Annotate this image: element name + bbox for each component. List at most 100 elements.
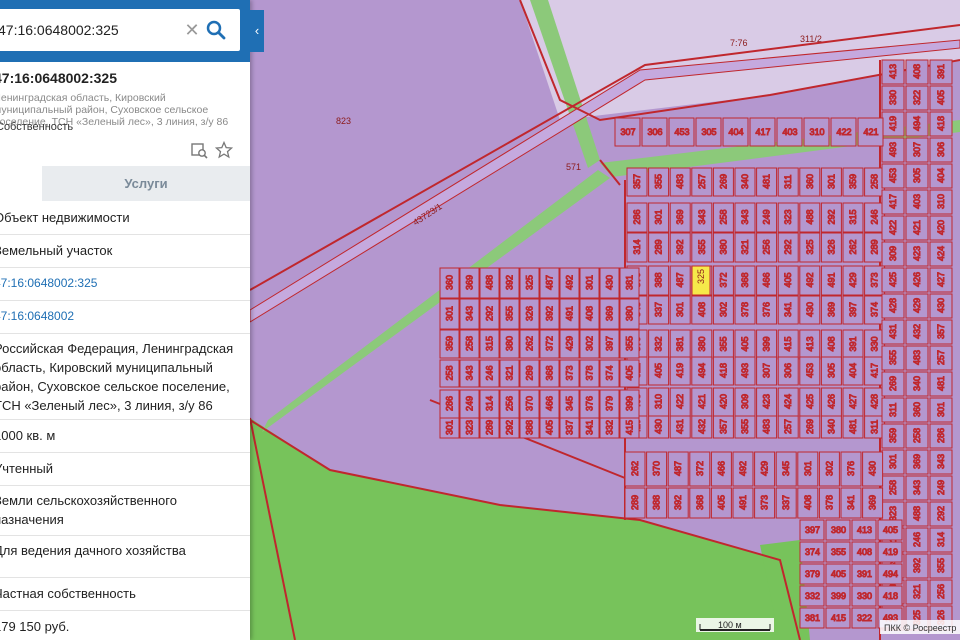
parcel-label: 380 xyxy=(831,525,846,535)
parcel-label: 355 xyxy=(697,239,707,254)
parcel-label: 397 xyxy=(605,336,615,351)
search-icon[interactable] xyxy=(205,19,227,41)
selected-parcel[interactable]: 325 xyxy=(691,265,711,296)
parcel-label: 491 xyxy=(565,306,575,321)
parcel-label: 405 xyxy=(625,365,635,380)
favorite-star-icon[interactable] xyxy=(215,141,233,159)
attribution-text: ПКК © Росреестр xyxy=(884,623,956,633)
parcel-label: 341 xyxy=(846,495,856,510)
parcel-label: 424 xyxy=(783,394,793,409)
info-row-link[interactable]: 47:16:0648002:325 xyxy=(0,274,97,293)
collapse-panel-button[interactable]: ‹ xyxy=(250,10,264,52)
parcel-label: 418 xyxy=(936,116,946,131)
parcel-label: 405 xyxy=(936,90,946,105)
info-row: Для ведения дачного хозяйства xyxy=(0,535,250,578)
parcel-label: 491 xyxy=(826,272,836,287)
parcel-label: 408 xyxy=(585,306,595,321)
info-row-link[interactable]: 47:16:0648002 xyxy=(0,307,74,326)
parcel-label: 321 xyxy=(505,365,515,380)
info-row: Земельный участок xyxy=(0,234,250,268)
info-row: Объект недвижимости xyxy=(0,201,250,235)
parcel-label: 246 xyxy=(485,365,495,380)
parcel-label: 481 xyxy=(848,419,858,434)
parcel-label: 269 xyxy=(888,376,898,391)
parcel-label: 289 xyxy=(485,420,495,435)
parcel-label: 323 xyxy=(465,420,475,435)
parcel-label: 429 xyxy=(760,461,770,476)
parcel-label: 466 xyxy=(545,396,555,411)
parcel-label: 373 xyxy=(565,365,575,380)
parcel-label: 487 xyxy=(545,275,555,290)
parcel-label: 309 xyxy=(740,394,750,409)
parcel-label: 413 xyxy=(857,525,872,535)
parcel-category: Собственность xyxy=(0,121,74,133)
parcel-label: 292 xyxy=(505,420,515,435)
parcel-label: 376 xyxy=(585,396,595,411)
parcel-label: 374 xyxy=(605,365,615,380)
parcel-label: 355 xyxy=(831,547,846,557)
search-box: ✕ xyxy=(0,9,240,51)
parcel-label: 379 xyxy=(805,569,820,579)
parcel-label: 429 xyxy=(912,298,922,313)
parcel-label-7-76: 7:76 xyxy=(730,38,748,48)
parcel-label: 481 xyxy=(762,174,772,189)
parcel-label: 369 xyxy=(912,454,922,469)
parcel-label: 262 xyxy=(630,461,640,476)
parcel-label: 424 xyxy=(936,246,946,261)
info-row: 179 150 руб. xyxy=(0,610,250,640)
info-row[interactable]: 47:16:0648002 xyxy=(0,300,250,334)
parcel-label: 305 xyxy=(912,168,922,183)
parcel-label: 292 xyxy=(783,239,793,254)
parcel-label: 311 xyxy=(870,420,880,434)
parcel-label: 381 xyxy=(805,613,820,623)
parcel-title: 47:16:0648002:325 xyxy=(0,70,117,86)
clear-icon[interactable]: ✕ xyxy=(182,20,202,40)
parcel-label: 302 xyxy=(585,336,595,351)
parcel-label: 330 xyxy=(857,591,872,601)
parcel-label: 492 xyxy=(738,461,748,476)
parcel-label: 403 xyxy=(912,194,922,209)
info-row[interactable]: 47:16:0648002:325 xyxy=(0,267,250,301)
parcel-label: 487 xyxy=(673,461,683,476)
parcel-label: 405 xyxy=(716,495,726,510)
search-on-map-icon[interactable] xyxy=(190,141,208,159)
parcel-label: 397 xyxy=(805,525,820,535)
parcel-label: 355 xyxy=(718,336,728,351)
parcel-label: 392 xyxy=(675,239,685,254)
parcel-label: 326 xyxy=(525,306,535,321)
parcel-label: 314 xyxy=(632,239,642,254)
parcel-label: 408 xyxy=(697,302,707,317)
parcel-label: 292 xyxy=(936,506,946,521)
parcel-label: 310 xyxy=(654,394,664,409)
attribution: ПКК © Росреестр xyxy=(880,620,960,634)
tab-services[interactable]: Услуги xyxy=(42,166,250,201)
parcel-label: 426 xyxy=(912,272,922,287)
scale-bar: 100 м xyxy=(696,618,774,632)
parcel-label: 421 xyxy=(697,394,707,409)
parcel-label: 417 xyxy=(756,127,771,137)
info-row-value: Российская Федерация, Ленинградская обла… xyxy=(0,341,234,413)
parcel-label: 311 xyxy=(783,175,793,189)
parcel-label: 359 xyxy=(888,428,898,443)
search-input[interactable] xyxy=(0,9,178,51)
parcel-label: 392 xyxy=(505,275,515,290)
parcel-label: 302 xyxy=(718,302,728,317)
info-row-value: Земельный участок xyxy=(0,243,113,258)
parcel-label: 453 xyxy=(805,363,815,378)
parcel-label: 388 xyxy=(652,495,662,510)
tab-info[interactable] xyxy=(0,166,42,201)
info-row-value: Объект недвижимости xyxy=(0,210,130,225)
parcel-label: 405 xyxy=(831,569,846,579)
parcel-label: 425 xyxy=(805,394,815,409)
parcel-label: 453 xyxy=(675,127,690,137)
parcel-label: 483 xyxy=(912,350,922,365)
scale-label: 100 м xyxy=(718,620,742,630)
parcel-label: 310 xyxy=(936,194,946,209)
parcel-label: 481 xyxy=(936,376,946,391)
parcel-label: 306 xyxy=(936,142,946,157)
parcel-label: 420 xyxy=(936,220,946,235)
parcel-label: 404 xyxy=(936,168,946,183)
parcel-label: 493 xyxy=(740,363,750,378)
parcel-label: 426 xyxy=(826,394,836,409)
parcel-label: 405 xyxy=(654,363,664,378)
